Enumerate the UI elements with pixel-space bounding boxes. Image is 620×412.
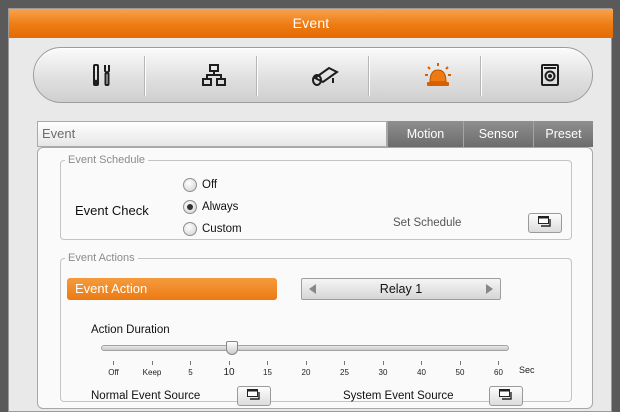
radio-custom-label: Custom bbox=[202, 223, 242, 235]
duration-tick bbox=[421, 361, 422, 365]
main-toolbar bbox=[33, 47, 593, 103]
network-icon bbox=[201, 63, 227, 90]
system-event-source-button[interactable] bbox=[489, 386, 523, 406]
duration-tick-label: 60 bbox=[494, 368, 503, 377]
duration-tick bbox=[498, 361, 499, 365]
toolbar-camera-button[interactable] bbox=[284, 54, 368, 98]
duration-tick bbox=[267, 361, 268, 365]
duration-tick bbox=[228, 361, 230, 365]
event-actions-legend: Event Actions bbox=[68, 252, 135, 264]
tab-preset[interactable]: Preset bbox=[533, 121, 593, 147]
toolbar-network-button[interactable] bbox=[172, 54, 256, 98]
radio-custom-indicator bbox=[183, 222, 197, 236]
radio-always-indicator bbox=[183, 200, 197, 214]
duration-tick bbox=[190, 361, 191, 365]
duration-tick bbox=[113, 361, 114, 365]
duration-tick bbox=[305, 361, 307, 365]
duration-tick-label: 30 bbox=[378, 368, 388, 377]
duration-tick-label: 25 bbox=[340, 368, 349, 377]
radio-off-indicator bbox=[183, 178, 197, 192]
duration-tick-label: 20 bbox=[301, 368, 311, 377]
toolbar-divider bbox=[256, 56, 257, 96]
radio-always-label: Always bbox=[202, 201, 239, 213]
system-event-source-label: System Event Source bbox=[343, 390, 454, 402]
tools-icon bbox=[91, 63, 113, 90]
window-title: Event bbox=[9, 9, 613, 38]
event-schedule-group: Event Schedule Event Check Off Always Cu… bbox=[60, 154, 572, 240]
settings-panel: Event Schedule Event Check Off Always Cu… bbox=[37, 147, 593, 409]
duration-tick bbox=[382, 361, 384, 365]
radio-always[interactable]: Always bbox=[183, 199, 238, 215]
duration-tick-label: 5 bbox=[188, 368, 193, 377]
relay-value: Relay 1 bbox=[379, 282, 423, 296]
alarm-icon bbox=[424, 62, 452, 91]
camera-icon bbox=[311, 64, 341, 89]
duration-slider[interactable] bbox=[101, 345, 509, 351]
duration-tick-label: Off bbox=[108, 368, 119, 377]
event-action-header: Event Action bbox=[67, 278, 277, 300]
duration-slider-thumb[interactable] bbox=[226, 341, 238, 355]
tab-motion[interactable]: Motion bbox=[387, 121, 463, 147]
window-icon bbox=[499, 389, 513, 403]
window-icon bbox=[247, 389, 261, 403]
toolbar-system-button[interactable] bbox=[60, 54, 144, 98]
storage-icon bbox=[539, 63, 561, 90]
toolbar-storage-button[interactable] bbox=[508, 54, 592, 98]
relay-selector[interactable]: Relay 1 bbox=[301, 278, 501, 300]
duration-tick-label: 40 bbox=[417, 368, 426, 377]
radio-off-label: Off bbox=[202, 179, 218, 191]
normal-event-source-label: Normal Event Source bbox=[91, 390, 201, 402]
radio-custom[interactable]: Custom bbox=[183, 221, 242, 237]
toolbar-divider bbox=[480, 56, 481, 96]
set-schedule-button[interactable] bbox=[528, 213, 562, 233]
toolbar-divider bbox=[368, 56, 369, 96]
duration-tick bbox=[151, 361, 153, 365]
duration-unit: Sec bbox=[519, 365, 535, 375]
window-icon bbox=[538, 216, 552, 230]
event-window: Event Event Motion Sensor Preset Event S… bbox=[8, 8, 613, 412]
event-actions-group: Event Actions Event Action Relay 1 Actio… bbox=[60, 252, 572, 406]
normal-event-source-button[interactable] bbox=[237, 386, 271, 406]
duration-tick-label: Keep bbox=[142, 368, 162, 377]
event-check-label: Event Check bbox=[75, 203, 149, 218]
tab-sensor[interactable]: Sensor bbox=[463, 121, 533, 147]
duration-tick-label: 15 bbox=[263, 368, 272, 377]
tab-strip: Event Motion Sensor Preset bbox=[37, 121, 593, 147]
radio-off[interactable]: Off bbox=[183, 177, 217, 193]
toolbar-divider bbox=[144, 56, 145, 96]
duration-tick-label: 50 bbox=[455, 368, 465, 377]
breadcrumb: Event bbox=[37, 121, 387, 147]
toolbar-event-button[interactable] bbox=[396, 54, 480, 98]
duration-tick bbox=[344, 361, 345, 365]
arrow-right-icon[interactable] bbox=[482, 282, 496, 296]
set-schedule-label: Set Schedule bbox=[393, 217, 462, 229]
duration-tick-label: 10 bbox=[223, 367, 235, 378]
event-schedule-legend: Event Schedule bbox=[68, 154, 146, 166]
duration-tick bbox=[459, 361, 461, 365]
action-duration-label: Action Duration bbox=[91, 324, 170, 336]
